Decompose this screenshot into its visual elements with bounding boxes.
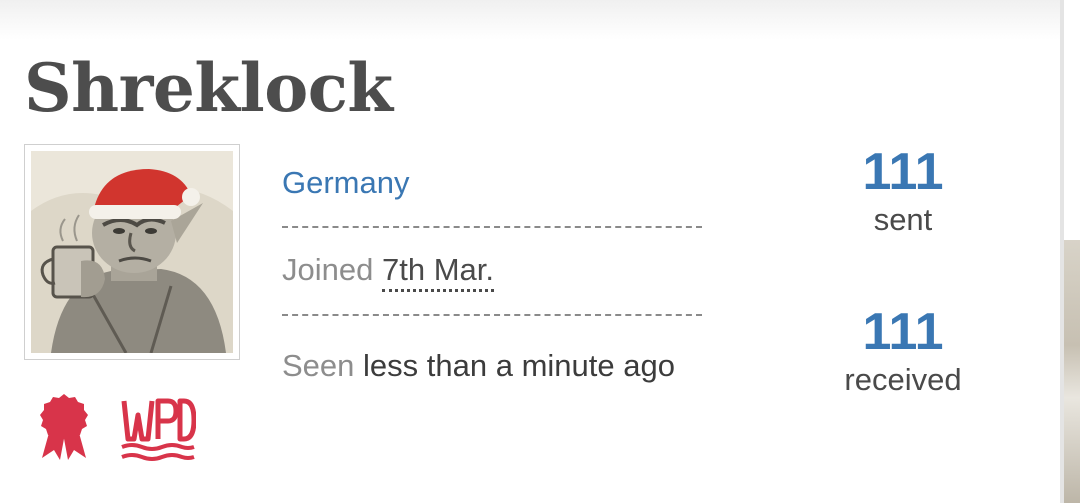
sent-label: sent (873, 202, 933, 237)
wpd-logo[interactable] (120, 395, 196, 465)
divider (282, 226, 702, 228)
adjacent-photo-edge (1064, 240, 1080, 503)
received-stat[interactable]: 111 received (803, 304, 1003, 400)
award-ribbon-icon[interactable] (38, 392, 90, 460)
top-shadow (0, 0, 1062, 40)
sent-count: 111 (862, 143, 944, 201)
sent-stat[interactable]: 111 sent (803, 144, 1003, 240)
last-seen-info: Seen less than a minute ago (282, 338, 682, 393)
received-count: 111 (862, 303, 944, 361)
profile-username: Shreklock (24, 49, 393, 127)
seen-value: less than a minute ago (363, 348, 675, 383)
joined-label: Joined (282, 252, 374, 287)
seen-label: Seen (282, 348, 355, 383)
avatar-image (31, 151, 233, 353)
country-link[interactable]: Germany (282, 165, 409, 201)
profile-page: Shreklock Germany Joined 7th Mar. Seen l… (0, 0, 1080, 503)
divider (282, 314, 702, 316)
received-label: received (844, 362, 962, 397)
avatar[interactable] (24, 144, 240, 360)
joined-info: Joined 7th Mar. (282, 252, 494, 292)
joined-date[interactable]: 7th Mar. (381, 252, 494, 292)
